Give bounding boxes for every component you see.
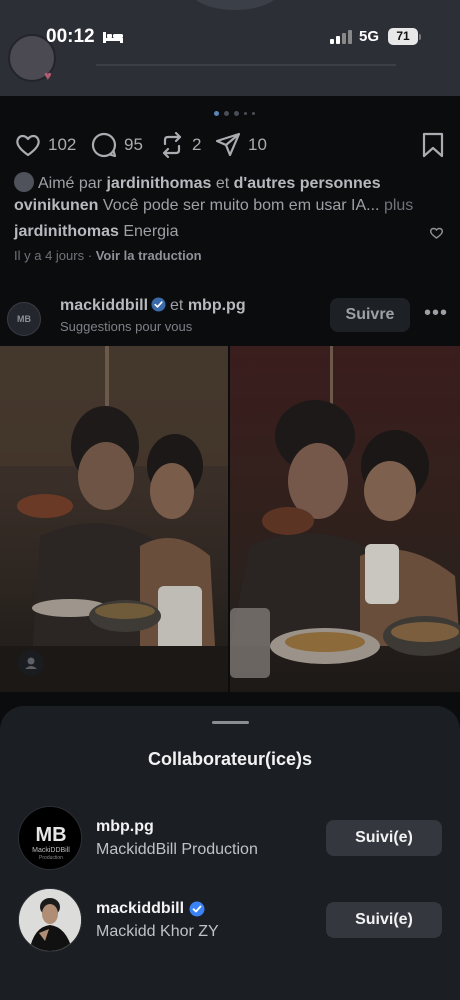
suggestion-label: Suggestions pour vous [60,319,193,334]
sleep-focus-icon [103,32,123,43]
liked-by-line[interactable]: Aimé par jardinithomas et d'autres perso… [14,172,454,195]
verified-badge-icon [151,297,166,312]
collaborator-avatar[interactable] [18,888,82,952]
like-button[interactable]: 102 [14,130,76,160]
following-button[interactable]: Suivi(e) [326,902,442,938]
bookmark-icon[interactable] [422,132,444,158]
like-count: 102 [48,135,77,154]
comment-count: 95 [124,135,143,154]
profile-photo [19,889,81,951]
carousel-indicator [214,111,255,117]
status-bar: 00:12 5G 71 [0,22,460,54]
collaborator-avatar[interactable]: MB MackiDDBill Production [18,806,82,870]
caption-username[interactable]: ovinikunen [14,197,98,214]
liker-avatar [14,172,34,192]
liked-by-prefix: Aimé par [38,175,103,192]
translate-link[interactable]: Voir la traduction [96,248,202,263]
logo-mark: MB [35,824,66,846]
photo-illustration-left [0,346,228,692]
network-type: 5G [359,28,380,45]
heart-icon [16,134,40,157]
comment-like-icon[interactable] [429,226,444,239]
cellular-signal-icon [330,30,352,44]
collaborator-username-text: mbp.pg [96,818,154,835]
comment-button[interactable]: 95 [90,130,143,160]
carousel-dot-active [214,111,219,116]
coauthor-username[interactable]: mbp.pg [188,297,246,314]
top-comment[interactable]: jardinithomas Energia [14,221,454,243]
carousel-dot [224,111,229,116]
meta-separator: · [87,248,93,263]
liked-by-and: et [215,175,230,192]
collaborator-username-text: mackiddbill [96,900,185,917]
sheet-drag-handle[interactable] [212,721,249,724]
post-authors: mackiddbill et mbp.pg [60,297,246,315]
post-actions: 102 95 2 10 [14,130,446,160]
carousel-dot [244,112,247,115]
follow-button[interactable]: Suivre [330,298,410,332]
collaborator-username[interactable]: mackiddbill [96,900,209,918]
authors-and: et [170,297,184,314]
carousel-dot [234,111,239,116]
post-meta: Il y a 4 jours · Voir la traduction [14,248,202,263]
collaborator-fullname: MackiddBill Production [96,841,258,858]
caption-text: Você pode ser muito bom em usar IA... [102,197,380,214]
photo-illustration-right [230,346,460,678]
following-button[interactable]: Suivi(e) [326,820,442,856]
collaborator-row[interactable]: mackiddbill Mackidd Khor ZY Suivi(e) [0,888,460,954]
comment-username[interactable]: jardinithomas [14,223,119,240]
previous-post-image [190,0,280,10]
liked-by-others[interactable]: d'autres personnes [234,175,381,192]
comment-icon [91,132,117,158]
repost-button[interactable]: 2 [158,130,201,160]
post-header: MB mackiddbill et mbp.pg Suggestions pour… [0,288,460,342]
share-count: 10 [248,135,267,154]
heart-reaction-icon: ♥ [44,68,52,83]
comment-text: Energia [123,223,179,240]
status-time: 00:12 [46,26,95,47]
more-options-icon[interactable]: ••• [424,302,447,328]
user-tag-icon[interactable] [18,650,44,676]
verified-badge-icon [189,901,205,917]
send-icon [215,132,241,157]
repost-count: 2 [192,135,202,154]
post-avatar[interactable]: MB [7,302,41,336]
logo-wordmark: MackiDDBill [32,847,70,854]
post-photo-left[interactable] [0,346,228,692]
battery-cap [419,34,421,40]
collaborators-sheet: Collaborateur(ice)s MB MackiDDBill Produ… [0,706,460,1000]
previous-post-divider [96,64,396,66]
liked-by-user[interactable]: jardinithomas [106,175,211,192]
author-username[interactable]: mackiddbill [60,297,148,314]
post-caption[interactable]: ovinikunen Você pode ser muito bom em us… [14,195,454,217]
share-button[interactable]: 10 [214,130,267,160]
sheet-title: Collaborateur(ice)s [147,749,313,769]
post-time: Il y a 4 jours [14,248,85,263]
carousel-dot [252,112,255,115]
repost-icon [162,131,182,159]
caption-more-link[interactable]: plus [384,197,413,214]
collaborator-row[interactable]: MB MackiDDBill Production mbp.pg Mackidd… [0,806,460,872]
collaborator-username[interactable]: mbp.pg [96,818,154,836]
battery-level: 71 [388,28,418,45]
mbp-logo-icon: MB MackiDDBill Production [19,807,81,869]
collaborator-fullname: Mackidd Khor ZY [96,923,219,940]
logo-tagline: Production [39,855,63,861]
post-photo-right[interactable] [230,346,460,692]
